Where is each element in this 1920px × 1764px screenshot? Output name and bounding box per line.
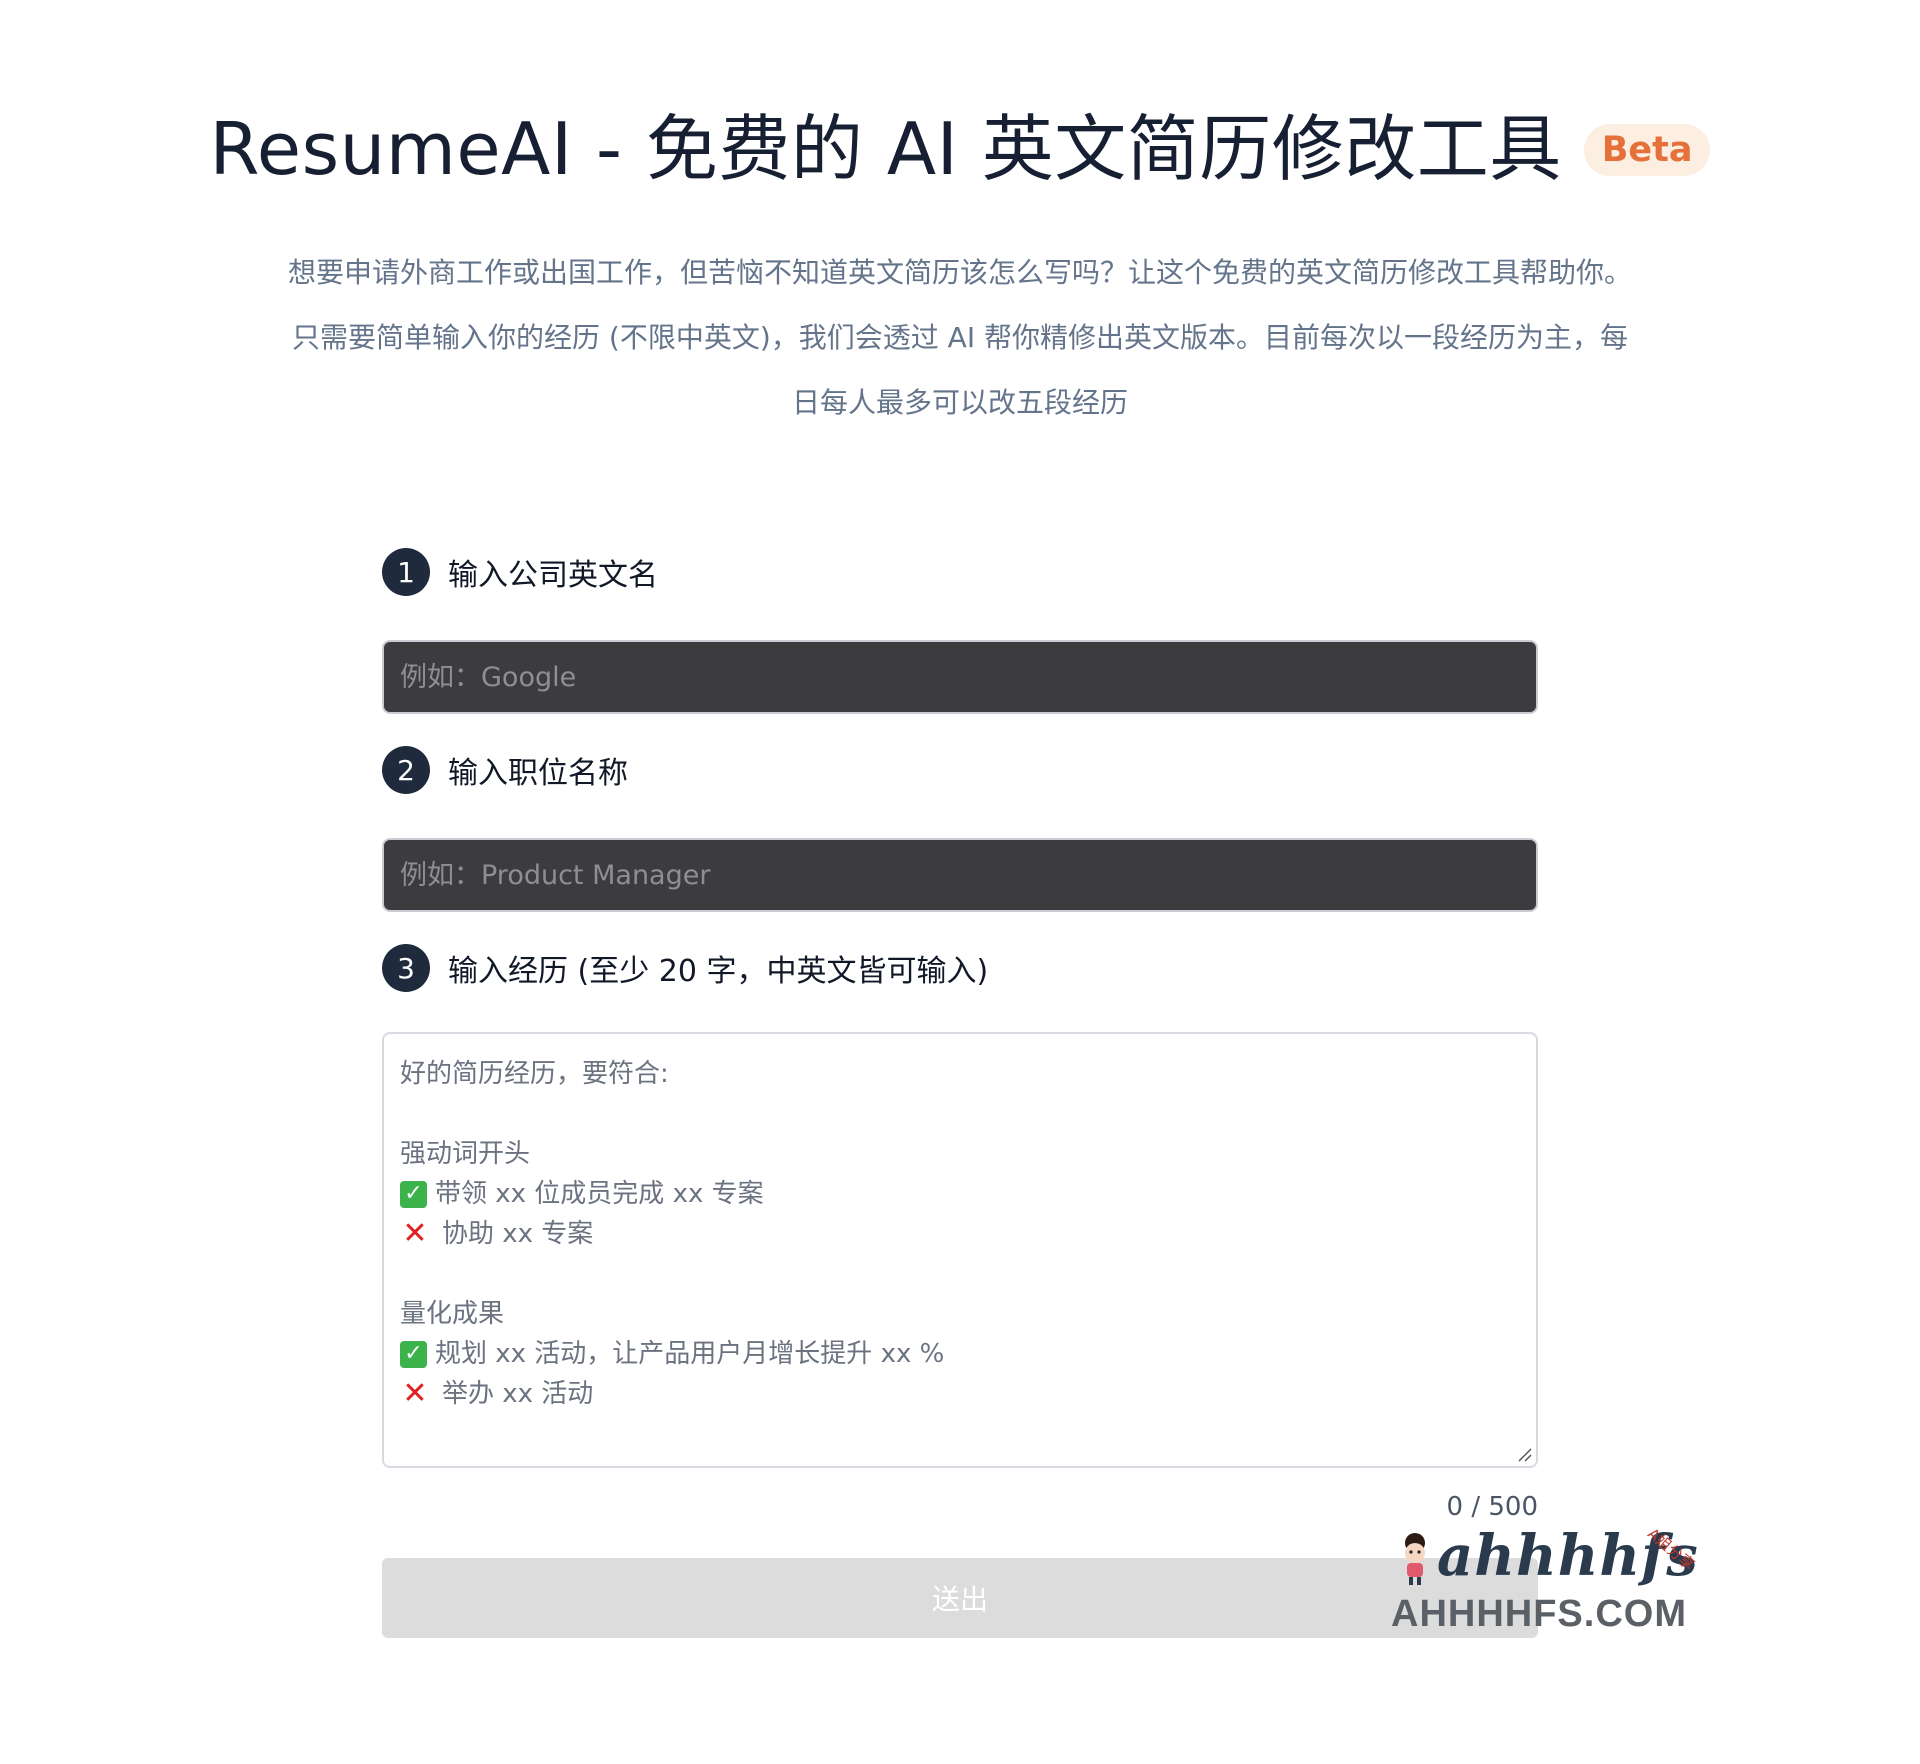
placeholder-section-1-bad: ✕ 协助 xx 专案 [400, 1214, 1520, 1254]
intro-line-3: 日每人最多可以改五段经历 [791, 386, 1128, 419]
check-mark-icon: ✓ [400, 1340, 427, 1368]
intro-line-2: 只需要简单输入你的经历 (不限中英文)，我们会透过 AI 帮你精修出英文版本。目… [292, 321, 1628, 354]
step-3-label: 输入经历 (至少 20 字，中英文皆可输入) [448, 954, 989, 989]
beta-badge: Beta [1583, 123, 1711, 176]
placeholder-section-2-title: 量化成果 [400, 1299, 505, 1329]
intro-text: 想要申请外商工作或出国工作，但苦恼不知道英文简历该怎么写吗？让这个免费的英文简历… [160, 240, 1760, 435]
character-counter: 0 / 500 [1446, 1492, 1538, 1522]
step-2-number: 2 [382, 746, 430, 794]
watermark-url: AHHHHFS.COM [1391, 1593, 1687, 1635]
good-example-2: 规划 xx 活动，让产品用户月增长提升 xx % [435, 1339, 945, 1369]
title-wrap: ResumeAI - 免费的 AI 英文简历修改工具 Beta [210, 90, 1711, 195]
watermark-logo: ahhhhfs A姐分享 AHHHHFS.COM [1387, 1523, 1717, 1635]
cross-mark-icon: ✕ [402, 1216, 428, 1251]
good-example-1: 带领 xx 位成员完成 xx 专案 [435, 1179, 764, 1209]
step-2-header: 2 输入职位名称 [382, 746, 628, 794]
page-header: ResumeAI - 免费的 AI 英文简历修改工具 Beta [0, 90, 1920, 195]
placeholder-intro: 好的简历经历，要符合: [400, 1059, 669, 1089]
page: ResumeAI - 免费的 AI 英文简历修改工具 Beta 想要申请外商工作… [0, 0, 1920, 1764]
step-2-label: 输入职位名称 [448, 756, 628, 791]
step-1-header: 1 输入公司英文名 [382, 548, 658, 596]
resize-handle-icon[interactable] [1516, 1446, 1532, 1462]
bad-example-1: 协助 xx 专案 [442, 1219, 594, 1249]
placeholder-section-1-good: ✓ 带领 xx 位成员完成 xx 专案 [400, 1174, 1520, 1214]
placeholder-section-1-title: 强动词开头 [400, 1139, 531, 1169]
step-1-number: 1 [382, 548, 430, 596]
submit-button[interactable]: 送出 [382, 1558, 1538, 1638]
company-name-input[interactable] [382, 640, 1538, 714]
step-3-number: 3 [382, 944, 430, 992]
check-mark-icon: ✓ [400, 1180, 427, 1208]
step-3-header: 3 输入经历 (至少 20 字，中英文皆可输入) [382, 944, 988, 992]
cartoon-girl-icon [1405, 1533, 1425, 1585]
experience-placeholder: 好的简历经历，要符合: 强动词开头 ✓ 带领 xx 位成员完成 xx 专案 ✕ … [384, 1034, 1536, 1434]
step-1-label: 输入公司英文名 [448, 558, 658, 593]
cross-mark-icon: ✕ [402, 1376, 428, 1411]
placeholder-section-2-good: ✓ 规划 xx 活动，让产品用户月增长提升 xx % [400, 1334, 1520, 1374]
page-title: ResumeAI - 免费的 AI 英文简历修改工具 [209, 107, 1562, 191]
intro-line-1: 想要申请外商工作或出国工作，但苦恼不知道英文简历该怎么写吗？让这个免费的英文简历… [287, 256, 1632, 289]
bad-example-2: 举办 xx 活动 [442, 1379, 594, 1409]
placeholder-section-2-bad: ✕ 举办 xx 活动 [400, 1374, 1520, 1414]
experience-textarea[interactable]: 好的简历经历，要符合: 强动词开头 ✓ 带领 xx 位成员完成 xx 专案 ✕ … [382, 1032, 1538, 1468]
job-title-input[interactable] [382, 838, 1538, 912]
